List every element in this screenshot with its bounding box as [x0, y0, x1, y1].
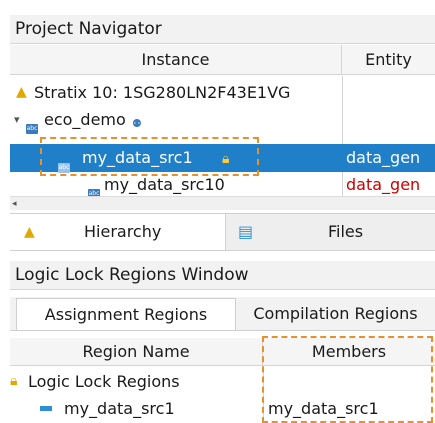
tab-assignment-regions[interactable]: Assignment Regions	[16, 298, 236, 330]
warning-triangle-icon: ▲	[16, 84, 27, 100]
navigator-tab-bar: ▲ Hierarchy ▤ Files	[10, 213, 435, 251]
entity-column-header[interactable]: Entity	[342, 45, 435, 75]
device-name: Stratix 10: 1SG280LN2F43E1VG	[34, 83, 291, 102]
navigator-header: Instance Entity	[10, 45, 435, 75]
top-entity-name: eco_demo	[44, 110, 126, 129]
tab-files[interactable]: ▤ Files	[226, 214, 435, 250]
region-icon	[40, 406, 52, 411]
lock-icon: 🔒︎	[10, 373, 18, 389]
tab-hierarchy-label: Hierarchy	[84, 222, 162, 241]
horizontal-scrollbar[interactable]: ◂	[10, 196, 435, 210]
top-entity-row[interactable]: ▾ abc eco_demo ⚉	[10, 106, 435, 134]
instance-column-header[interactable]: Instance	[10, 45, 342, 75]
project-navigator-title: Project Navigator	[10, 15, 435, 44]
instance-name: my_data_src10	[104, 176, 225, 194]
scroll-left-icon[interactable]: ◂	[12, 197, 17, 211]
region-name-column-header[interactable]: Region Name	[10, 338, 263, 366]
selection-highlight	[40, 137, 259, 176]
file-icon: ▤	[238, 222, 254, 241]
tab-files-label: Files	[328, 222, 364, 241]
expand-arrow-icon[interactable]: ▾	[14, 106, 20, 133]
warning-triangle-icon: ▲	[24, 224, 35, 240]
logic-lock-window-title: Logic Lock Regions Window	[10, 261, 435, 290]
tab-compilation-regions[interactable]: Compilation Regions	[236, 298, 435, 330]
hierarchy-icon: ⚉	[132, 117, 142, 130]
region-root-name: Logic Lock Regions	[28, 372, 180, 391]
region-name: my_data_src1	[64, 399, 175, 418]
members-highlight	[262, 336, 433, 423]
instance-entity: data_gen	[346, 148, 421, 167]
device-row[interactable]: ▲ Stratix 10: 1SG280LN2F43E1VG	[10, 79, 435, 106]
instance-row[interactable]: abc my_data_src10 data_gen	[10, 176, 435, 196]
logic-lock-tab-bar: Assignment Regions Compilation Regions	[10, 297, 435, 331]
instance-entity: data_gen	[346, 176, 421, 194]
instance-icon: abc	[26, 123, 38, 134]
tab-hierarchy[interactable]: ▲ Hierarchy	[10, 214, 226, 250]
instance-icon: abc	[88, 179, 100, 196]
